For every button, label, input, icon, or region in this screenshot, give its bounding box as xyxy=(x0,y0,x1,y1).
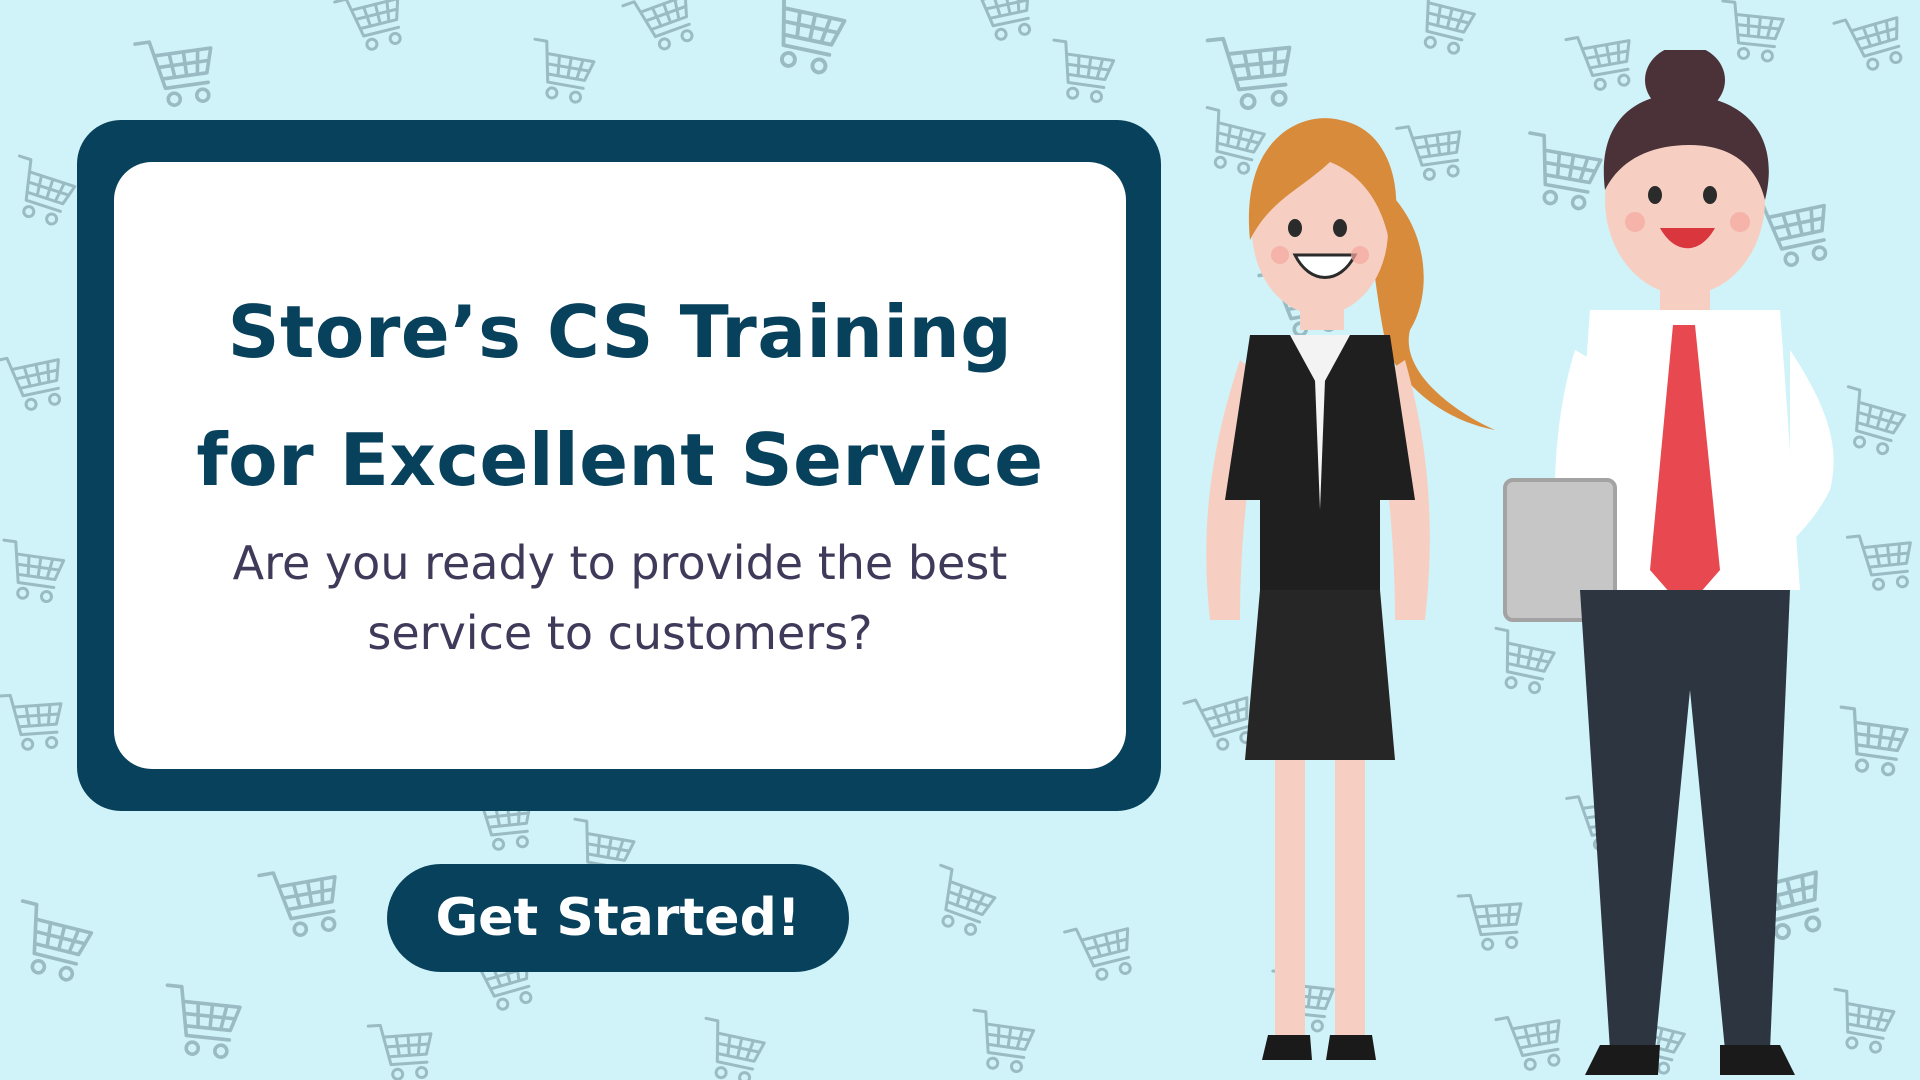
page-title: Store’s CS Training for Excellent Servic… xyxy=(114,268,1126,524)
subtitle-line-1: Are you ready to provide the best xyxy=(232,536,1008,590)
title-line-2: for Excellent Service xyxy=(196,418,1044,502)
page-subtitle: Are you ready to provide the best servic… xyxy=(114,528,1126,668)
title-line-1: Store’s CS Training xyxy=(227,290,1013,374)
get-started-button[interactable]: Get Started! xyxy=(387,864,849,972)
staff-illustration xyxy=(1206,50,1834,1075)
woman-figure xyxy=(1206,118,1495,1060)
man-figure xyxy=(1503,50,1834,1075)
subtitle-line-2: service to customers? xyxy=(367,606,873,660)
